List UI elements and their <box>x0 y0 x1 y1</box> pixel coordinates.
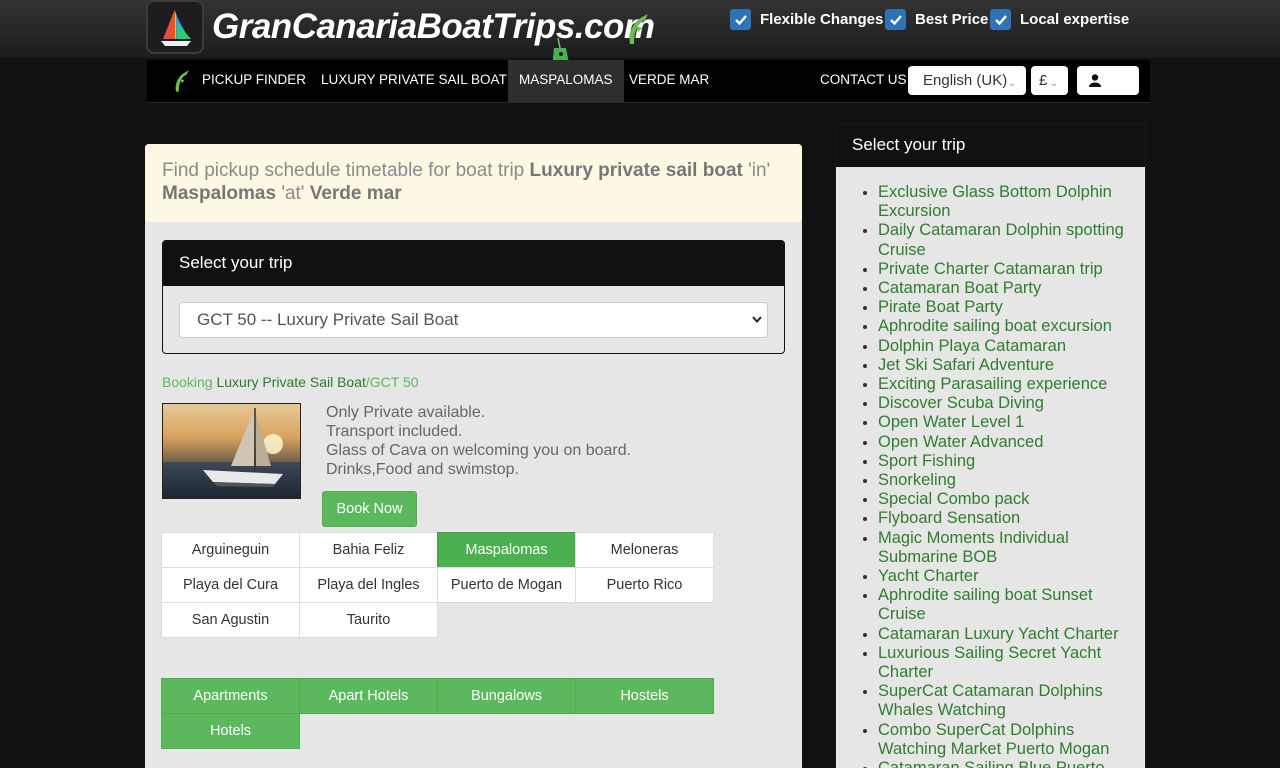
nav-pickup-finder[interactable]: PICKUP FINDER <box>202 60 306 102</box>
trip-link[interactable]: Special Combo pack <box>878 490 1138 509</box>
trip-link[interactable]: Catamaran Luxury Yacht Charter <box>878 625 1138 644</box>
sailboat-photo <box>162 403 301 499</box>
trip-link[interactable]: Sport Fishing <box>878 452 1138 471</box>
breadcrumb-code[interactable]: /GCT 50 <box>366 374 419 390</box>
location-puerto-de-mogan[interactable]: Puerto de Mogan <box>437 567 576 603</box>
alert-location: Maspalomas <box>162 183 277 204</box>
trip-link[interactable]: Daily Catamaran Dolphin spotting Cruise <box>878 221 1138 259</box>
nav-verde-mar[interactable]: VERDE MAR <box>629 60 709 102</box>
currency-value: £ <box>1039 72 1048 89</box>
feature-flexible-changes: Flexible Changes <box>730 9 883 30</box>
breadcrumb: Booking Luxury Private Sail Boat/GCT 50 <box>162 374 419 390</box>
feature-label: Best Price <box>915 11 989 28</box>
currency-select[interactable]: £ ⌄ <box>1031 66 1068 95</box>
trip-select-value: GCT 50 -- Luxury Private Sail Boat <box>197 310 459 329</box>
location-puerto-rico[interactable]: Puerto Rico <box>575 567 714 603</box>
alert-hotel: Verde mar <box>309 183 402 204</box>
main-content: Find pickup schedule timetable for boat … <box>145 144 802 768</box>
sailboat-logo-icon[interactable] <box>146 0 204 54</box>
location-playa-del-cura[interactable]: Playa del Cura <box>161 567 300 603</box>
feature-local-expertise: Local expertise <box>990 9 1129 30</box>
trip-link[interactable]: Snorkeling <box>878 471 1138 490</box>
trip-link[interactable]: Jet Ski Safari Adventure <box>878 356 1138 375</box>
book-now-button[interactable]: Book Now <box>322 491 417 527</box>
pickup-info-alert: Find pickup schedule timetable for boat … <box>145 144 802 222</box>
location-playa-del-ingles[interactable]: Playa del Ingles <box>299 567 438 603</box>
trip-link[interactable]: Pirate Boat Party <box>878 298 1138 317</box>
trip-link[interactable]: Catamaran Boat Party <box>878 279 1138 298</box>
trip-description: Only Private available. Transport includ… <box>326 403 631 479</box>
trip-link[interactable]: Exciting Parasailing experience <box>878 375 1138 394</box>
description-line: Glass of Cava on welcoming you on board. <box>326 442 632 459</box>
location-grid: Arguineguin Bahia Feliz Maspalomas Melon… <box>161 532 714 638</box>
trip-link[interactable]: Flyboard Sensation <box>878 509 1138 528</box>
trip-link[interactable]: Dolphin Playa Catamaran <box>878 337 1138 356</box>
main-navbar: PICKUP FINDER LUXURY PRIVATE SAIL BOAT M… <box>147 60 1150 103</box>
trip-link[interactable]: Discover Scuba Diving <box>878 394 1138 413</box>
check-icon <box>885 9 906 30</box>
breadcrumb-booking[interactable]: Booking <box>162 374 213 390</box>
location-meloneras[interactable]: Meloneras <box>575 532 714 568</box>
trip-select-panel: Select your trip GCT 50 -- Luxury Privat… <box>162 240 785 354</box>
trip-link[interactable]: SuperCat Catamaran Dolphins Whales Watch… <box>878 682 1138 720</box>
alert-prefix: Find pickup schedule timetable for boat … <box>162 160 525 181</box>
check-icon <box>990 9 1011 30</box>
caret-down-icon: ⌄ <box>1050 78 1059 89</box>
sidebar-trip-list: Select your trip Exclusive Glass Bottom … <box>835 124 1146 768</box>
dolphin-icon[interactable] <box>171 69 191 93</box>
trip-link[interactable]: Open Water Level 1 <box>878 413 1138 432</box>
accommodation-hotels[interactable]: Hotels <box>161 713 300 749</box>
trip-link[interactable]: Catamaran Sailing Blue Puerto <box>878 759 1138 768</box>
panel-title: Select your trip <box>163 241 784 286</box>
nav-luxury-private-sail-boat[interactable]: LUXURY PRIVATE SAIL BOAT <box>321 60 507 102</box>
chevron-down-icon <box>751 303 763 350</box>
caret-down-icon: ⌄ <box>1008 78 1017 89</box>
trip-link[interactable]: Combo SuperCat Dolphins Watching Market … <box>878 721 1138 759</box>
dolphin-icon <box>629 14 648 44</box>
alert-in: 'in' <box>748 160 771 181</box>
trip-link-list: Exclusive Glass Bottom Dolphin Excursion… <box>878 183 1138 768</box>
trip-link[interactable]: Yacht Charter <box>878 567 1138 586</box>
description-line: Transport included. <box>326 423 463 440</box>
accommodation-apart-hotels[interactable]: Apart Hotels <box>299 678 438 714</box>
check-icon <box>730 9 751 30</box>
alert-trip: Luxury private sail boat <box>529 160 743 181</box>
description-line: Drinks,Food and swimstop. <box>326 461 519 478</box>
accommodation-hostels[interactable]: Hostels <box>575 678 714 714</box>
feature-label: Flexible Changes <box>760 11 884 28</box>
trip-link[interactable]: Luxurious Sailing Secret Yacht Charter <box>878 644 1138 682</box>
trip-link[interactable]: Open Water Advanced <box>878 433 1138 452</box>
location-arguineguin[interactable]: Arguineguin <box>161 532 300 568</box>
language-value: English (UK) <box>923 72 1008 89</box>
user-icon <box>1089 74 1101 87</box>
nav-contact-us[interactable]: CONTACT US <box>820 60 907 102</box>
breadcrumb-trip[interactable]: Luxury Private Sail Boat <box>216 374 365 390</box>
feature-label: Local expertise <box>1020 11 1130 28</box>
accommodation-bungalows[interactable]: Bungalows <box>437 678 576 714</box>
trip-link[interactable]: Aphrodite sailing boat Sunset Cruise <box>878 586 1138 624</box>
nav-maspalomas[interactable]: MASPALOMAS <box>508 60 624 102</box>
location-maspalomas[interactable]: Maspalomas <box>437 532 576 568</box>
trip-select[interactable]: GCT 50 -- Luxury Private Sail Boat <box>179 302 768 338</box>
trip-link[interactable]: Magic Moments Individual Submarine BOB <box>878 529 1138 567</box>
location-bahia-feliz[interactable]: Bahia Feliz <box>299 532 438 568</box>
trip-link[interactable]: Private Charter Catamaran trip <box>878 260 1138 279</box>
site-logo-text[interactable]: GranCanariaBoatTrips.com <box>212 4 655 50</box>
description-line: Only Private available. <box>326 404 486 421</box>
accommodation-grid: Apartments Apart Hotels Bungalows Hostel… <box>161 678 714 749</box>
location-taurito[interactable]: Taurito <box>299 602 438 638</box>
trip-link[interactable]: Aphrodite sailing boat excursion <box>878 317 1138 336</box>
alert-at: 'at' <box>281 183 305 204</box>
feature-best-price: Best Price <box>885 9 988 30</box>
accommodation-apartments[interactable]: Apartments <box>161 678 300 714</box>
site-header: GranCanariaBoatTrips.com Flexible Change… <box>0 0 1280 76</box>
user-account-button[interactable] <box>1077 66 1139 95</box>
language-select[interactable]: English (UK) ⌄ <box>908 66 1026 95</box>
sidebar-title: Select your trip <box>836 125 1145 167</box>
trip-link[interactable]: Exclusive Glass Bottom Dolphin Excursion <box>878 183 1138 221</box>
location-san-agustin[interactable]: San Agustin <box>161 602 300 638</box>
